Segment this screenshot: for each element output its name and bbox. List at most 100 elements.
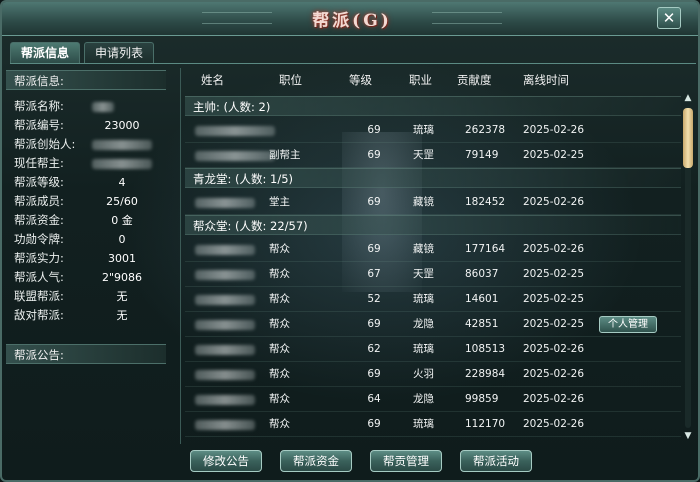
member-row[interactable]: 帮众 69 龙隐 42851 2025-02-25 个人管理 xyxy=(185,312,681,337)
redacted-value xyxy=(92,159,152,169)
title-ornament-right xyxy=(432,12,502,24)
guild-info-heading: 帮派信息: xyxy=(6,70,166,90)
tab-applications[interactable]: 申请列表 xyxy=(84,42,154,64)
member-contribution: 108513 xyxy=(465,343,506,355)
redacted-name xyxy=(195,126,275,136)
info-value: 0 xyxy=(118,233,126,246)
member-offline-time: 2025-02-25 xyxy=(523,268,585,280)
info-label: 现任帮主: xyxy=(14,156,64,170)
member-job: 龙隐 xyxy=(413,318,434,330)
info-value: 3001 xyxy=(108,252,136,265)
info-label: 帮派人气: xyxy=(14,270,64,284)
member-offline-time: 2025-02-26 xyxy=(523,196,585,208)
info-label: 功勋令牌: xyxy=(14,232,64,246)
member-job: 火羽 xyxy=(413,368,434,380)
member-position: 副帮主 xyxy=(269,149,301,161)
member-row[interactable]: 帮众 62 琉璃 108513 2025-02-26 xyxy=(185,337,681,362)
info-value: 23000 xyxy=(104,119,140,132)
contribution-manage-button[interactable]: 帮贡管理 xyxy=(370,450,442,472)
column-header-offline-time[interactable]: 离线时间 xyxy=(523,71,569,89)
column-header-level[interactable]: 等级 xyxy=(349,71,372,89)
member-level: 64 xyxy=(367,393,381,405)
info-value: 无 xyxy=(116,290,128,303)
info-label: 帮派实力: xyxy=(14,251,64,265)
guild-funds-button[interactable]: 帮派资金 xyxy=(280,450,352,472)
group-header[interactable]: 主帅: (人数: 2) xyxy=(185,96,681,116)
member-job: 琉璃 xyxy=(413,343,434,355)
member-position: 帮众 xyxy=(269,243,290,255)
column-header-contribution[interactable]: 贡献度 xyxy=(457,71,492,89)
group-header[interactable]: 青龙堂: (人数: 1/5) xyxy=(185,168,681,188)
personal-manage-button[interactable]: 个人管理 xyxy=(599,316,657,333)
member-offline-time: 2025-02-25 xyxy=(523,149,585,161)
redacted-name xyxy=(195,270,255,280)
member-row[interactable]: 帮众 69 藏镜 177164 2025-02-26 xyxy=(185,237,681,262)
member-contribution: 112170 xyxy=(465,418,506,430)
member-position: 帮众 xyxy=(269,393,290,405)
info-value: 25/60 xyxy=(106,195,138,208)
member-row[interactable]: 堂主 69 藏镜 182452 2025-02-26 xyxy=(185,190,681,215)
column-header-job[interactable]: 职业 xyxy=(409,71,432,89)
member-offline-time: 2025-02-26 xyxy=(523,243,585,255)
member-job: 天罡 xyxy=(413,268,434,280)
column-header-name[interactable]: 姓名 xyxy=(201,71,224,89)
scroll-thumb[interactable] xyxy=(683,108,693,168)
info-label: 帮派名称: xyxy=(14,99,64,113)
member-position: 帮众 xyxy=(269,268,290,280)
redacted-name xyxy=(195,370,255,380)
info-row: 帮派实力: 3001 xyxy=(14,250,169,267)
info-row: 帮派资金: 0 金 xyxy=(14,212,169,229)
member-contribution: 228984 xyxy=(465,368,506,380)
member-contribution: 177164 xyxy=(465,243,506,255)
redacted-value xyxy=(92,102,114,112)
member-offline-time: 2025-02-26 xyxy=(523,124,585,136)
member-contribution: 79149 xyxy=(465,149,499,161)
info-label: 敌对帮派: xyxy=(14,308,64,322)
guild-activity-button[interactable]: 帮派活动 xyxy=(460,450,532,472)
info-row: 功勋令牌: 0 xyxy=(14,231,169,248)
redacted-name xyxy=(195,198,255,208)
member-list-scrollbar[interactable]: ▲ ▼ xyxy=(682,92,694,442)
scroll-up-icon[interactable]: ▲ xyxy=(682,92,694,104)
member-level: 69 xyxy=(367,196,381,208)
info-row: 帮派等级: 4 xyxy=(14,174,169,191)
member-list-panel: 姓名 职位 等级 职业 贡献度 离线时间 主帅: (人数: 2) 69 琉璃 2623… xyxy=(180,68,696,444)
member-row[interactable]: 帮众 69 火羽 228984 2025-02-26 xyxy=(185,362,681,387)
member-row[interactable]: 帮众 64 龙隐 99859 2025-02-26 xyxy=(185,387,681,412)
redacted-value xyxy=(92,140,152,150)
member-level: 69 xyxy=(367,418,381,430)
edit-notice-button[interactable]: 修改公告 xyxy=(190,450,262,472)
info-row: 帮派人气: 2"9086 xyxy=(14,269,169,286)
notice-area[interactable]: 帮派公告: xyxy=(6,344,171,473)
info-label: 帮派编号: xyxy=(14,118,64,132)
tab-guild-info[interactable]: 帮派信息 xyxy=(10,42,80,64)
member-row[interactable]: 帮众 69 琉璃 112170 2025-02-26 xyxy=(185,412,681,437)
member-row[interactable]: 69 琉璃 262378 2025-02-26 xyxy=(185,118,681,143)
member-level: 69 xyxy=(367,318,381,330)
guild-info-panel: 帮派信息: 帮派名称: 帮派编号: 23000 帮派创始人: 现任帮主: 帮派等级: 4 帮派… xyxy=(6,68,171,478)
close-icon[interactable]: ✕ xyxy=(657,7,681,29)
member-contribution: 182452 xyxy=(465,196,506,208)
member-row[interactable]: 帮众 67 天罡 86037 2025-02-25 xyxy=(185,262,681,287)
group-header[interactable]: 帮众堂: (人数: 22/57) xyxy=(185,215,681,235)
info-row: 帮派编号: 23000 xyxy=(14,117,169,134)
member-position xyxy=(269,118,319,143)
info-row: 帮派创始人: xyxy=(14,136,169,153)
member-row[interactable]: 帮众 52 琉璃 14601 2025-02-25 xyxy=(185,287,681,312)
member-offline-time: 2025-02-25 xyxy=(523,318,585,330)
member-row[interactable]: 副帮主 69 天罡 79149 2025-02-25 xyxy=(185,143,681,168)
member-job: 琉璃 xyxy=(413,124,434,136)
info-row: 现任帮主: xyxy=(14,155,169,172)
member-contribution: 99859 xyxy=(465,393,499,405)
redacted-name xyxy=(195,395,255,405)
member-contribution: 262378 xyxy=(465,124,506,136)
redacted-name xyxy=(195,320,255,330)
member-position: 帮众 xyxy=(269,368,290,380)
column-header-position[interactable]: 职位 xyxy=(279,71,302,89)
redacted-name xyxy=(195,151,275,161)
title-bar[interactable]: 帮派(G) ✕ xyxy=(2,2,698,36)
redacted-name xyxy=(195,245,255,255)
member-offline-time: 2025-02-26 xyxy=(523,368,585,380)
scroll-down-icon[interactable]: ▼ xyxy=(682,430,694,442)
title-ornament-left xyxy=(202,12,272,24)
